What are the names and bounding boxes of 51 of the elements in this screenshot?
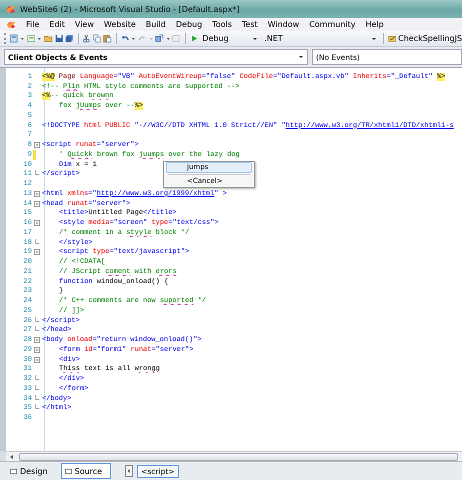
save-all-icon[interactable] [65,33,74,44]
menu-item[interactable]: Window [268,20,300,29]
play-icon[interactable] [190,33,198,44]
menu-item[interactable]: Build [146,20,166,29]
menu-item[interactable]: Debug [176,20,202,29]
back-button[interactable] [125,465,134,477]
caret-icon [370,36,377,42]
menu-item[interactable]: Community [309,20,356,29]
collapse-icon[interactable] [34,190,40,197]
caret-icon [298,54,304,60]
new-project-icon[interactable] [10,33,18,44]
view-tab[interactable]: Design [6,463,57,479]
view-tab[interactable]: Source [60,463,112,479]
window-icon [172,33,181,44]
caret-icon [252,36,258,42]
folder-icon[interactable] [44,33,52,44]
spell-check-icon[interactable] [388,33,396,44]
paste-icon[interactable] [103,33,112,44]
window-title: WebSite6 (2) - Microsoft Visual Studio - [Default.aspx*] [20,4,240,14]
collapse-icon[interactable] [34,142,40,148]
back-arrow-icon [127,468,132,474]
caret-icon[interactable] [166,36,170,42]
collapse-icon[interactable] [34,220,40,226]
collapse-icon[interactable] [34,249,40,256]
collapse-icon[interactable] [34,200,40,207]
menu-item[interactable]: Test [242,20,258,29]
collapse-icon[interactable] [34,356,40,363]
caret-icon [148,36,154,42]
menu-item[interactable]: Help [366,20,384,29]
save-icon[interactable] [54,33,64,44]
app-logo-icon [5,4,16,14]
caret-icon[interactable] [20,36,25,42]
copy-icon[interactable] [92,33,102,44]
configuration-dropdown[interactable]: Debug [200,32,260,44]
menu-item[interactable]: Website [104,20,136,29]
caret-icon[interactable] [131,36,136,42]
platform-dropdown[interactable]: .NET [262,32,379,44]
navigate-icon[interactable] [155,33,164,44]
menu-item[interactable]: Tools [212,20,232,29]
menu-item[interactable]: View [74,20,94,29]
horizontal-scrollbar[interactable] [6,451,462,461]
view-icon [10,468,17,474]
collapse-icon[interactable] [34,337,40,344]
view-icon [64,468,72,474]
menu-item[interactable]: File [26,20,40,29]
collapse-icon[interactable] [34,346,40,353]
caret-icon[interactable] [37,36,42,42]
app-logo-icon[interactable] [6,20,16,30]
menu-item[interactable]: Edit [49,20,65,29]
cut-icon[interactable] [82,33,91,44]
toolbar-button[interactable]: CheckSpellingJS [398,34,462,43]
